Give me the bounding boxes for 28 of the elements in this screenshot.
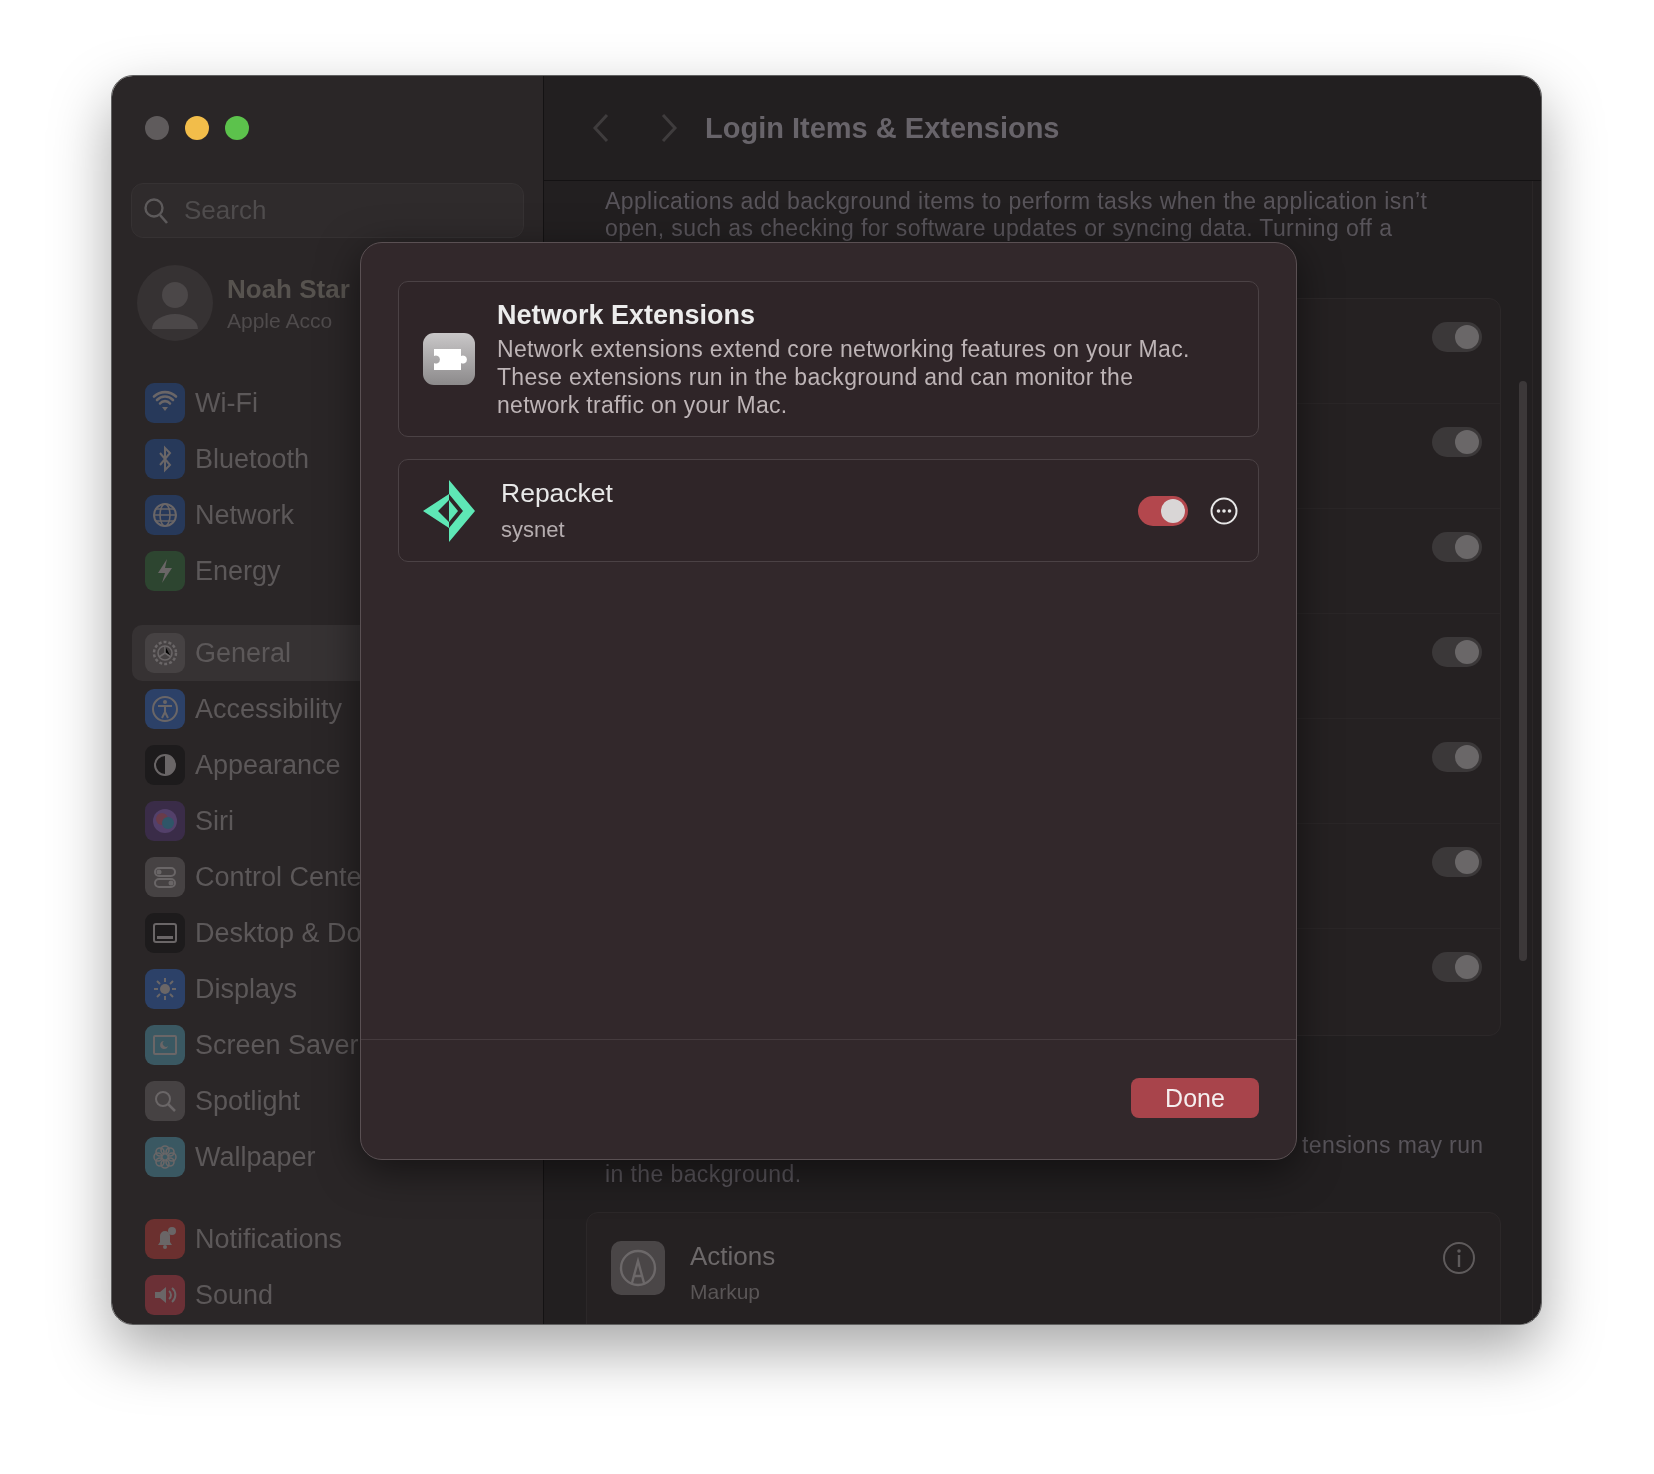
close-button[interactable]: [145, 116, 169, 140]
zoom-button[interactable]: [225, 116, 249, 140]
toggle-switch[interactable]: [1432, 742, 1482, 772]
description-text: Applications add background items to perform tasks when the application isn’t open, such as checking for software updates or syncing data. Turning off a: [605, 188, 1429, 242]
diamond-icon: [423, 479, 475, 542]
extension-subtitle: sysnet: [501, 517, 566, 543]
avatar-icon[interactable]: [137, 265, 213, 341]
info-icon[interactable]: [1442, 1241, 1476, 1275]
toggle-switch[interactable]: [1432, 637, 1482, 667]
search-icon: [143, 197, 169, 225]
toggle-switch[interactable]: [1138, 495, 1188, 526]
toggle-switch[interactable]: [1432, 322, 1482, 352]
extension-name: Actions: [690, 1241, 777, 1272]
puzzle-icon: [423, 333, 475, 385]
done-button[interactable]: Done: [1131, 1078, 1259, 1118]
scrollbar[interactable]: [1519, 381, 1527, 961]
extension-name: Repacket: [501, 478, 614, 509]
markup-pen-icon: [611, 1241, 665, 1295]
toggle-switch[interactable]: [1432, 952, 1482, 982]
toggle-switch[interactable]: [1432, 427, 1482, 457]
more-button[interactable]: [1210, 496, 1238, 525]
toggle-switch[interactable]: [1432, 532, 1482, 562]
minimize-button[interactable]: [185, 116, 209, 140]
window-title: Login Items & Extensions: [705, 111, 1060, 145]
toggle-switch[interactable]: [1432, 847, 1482, 877]
note-text: tensions may run: [1302, 1132, 1485, 1159]
sheet-description: Network extensions extend core networking features on your Mac. These extensions run in the background and can monitor the network traffic on your Mac.: [497, 334, 1190, 419]
sheet-title: Network Extensions: [497, 299, 757, 331]
